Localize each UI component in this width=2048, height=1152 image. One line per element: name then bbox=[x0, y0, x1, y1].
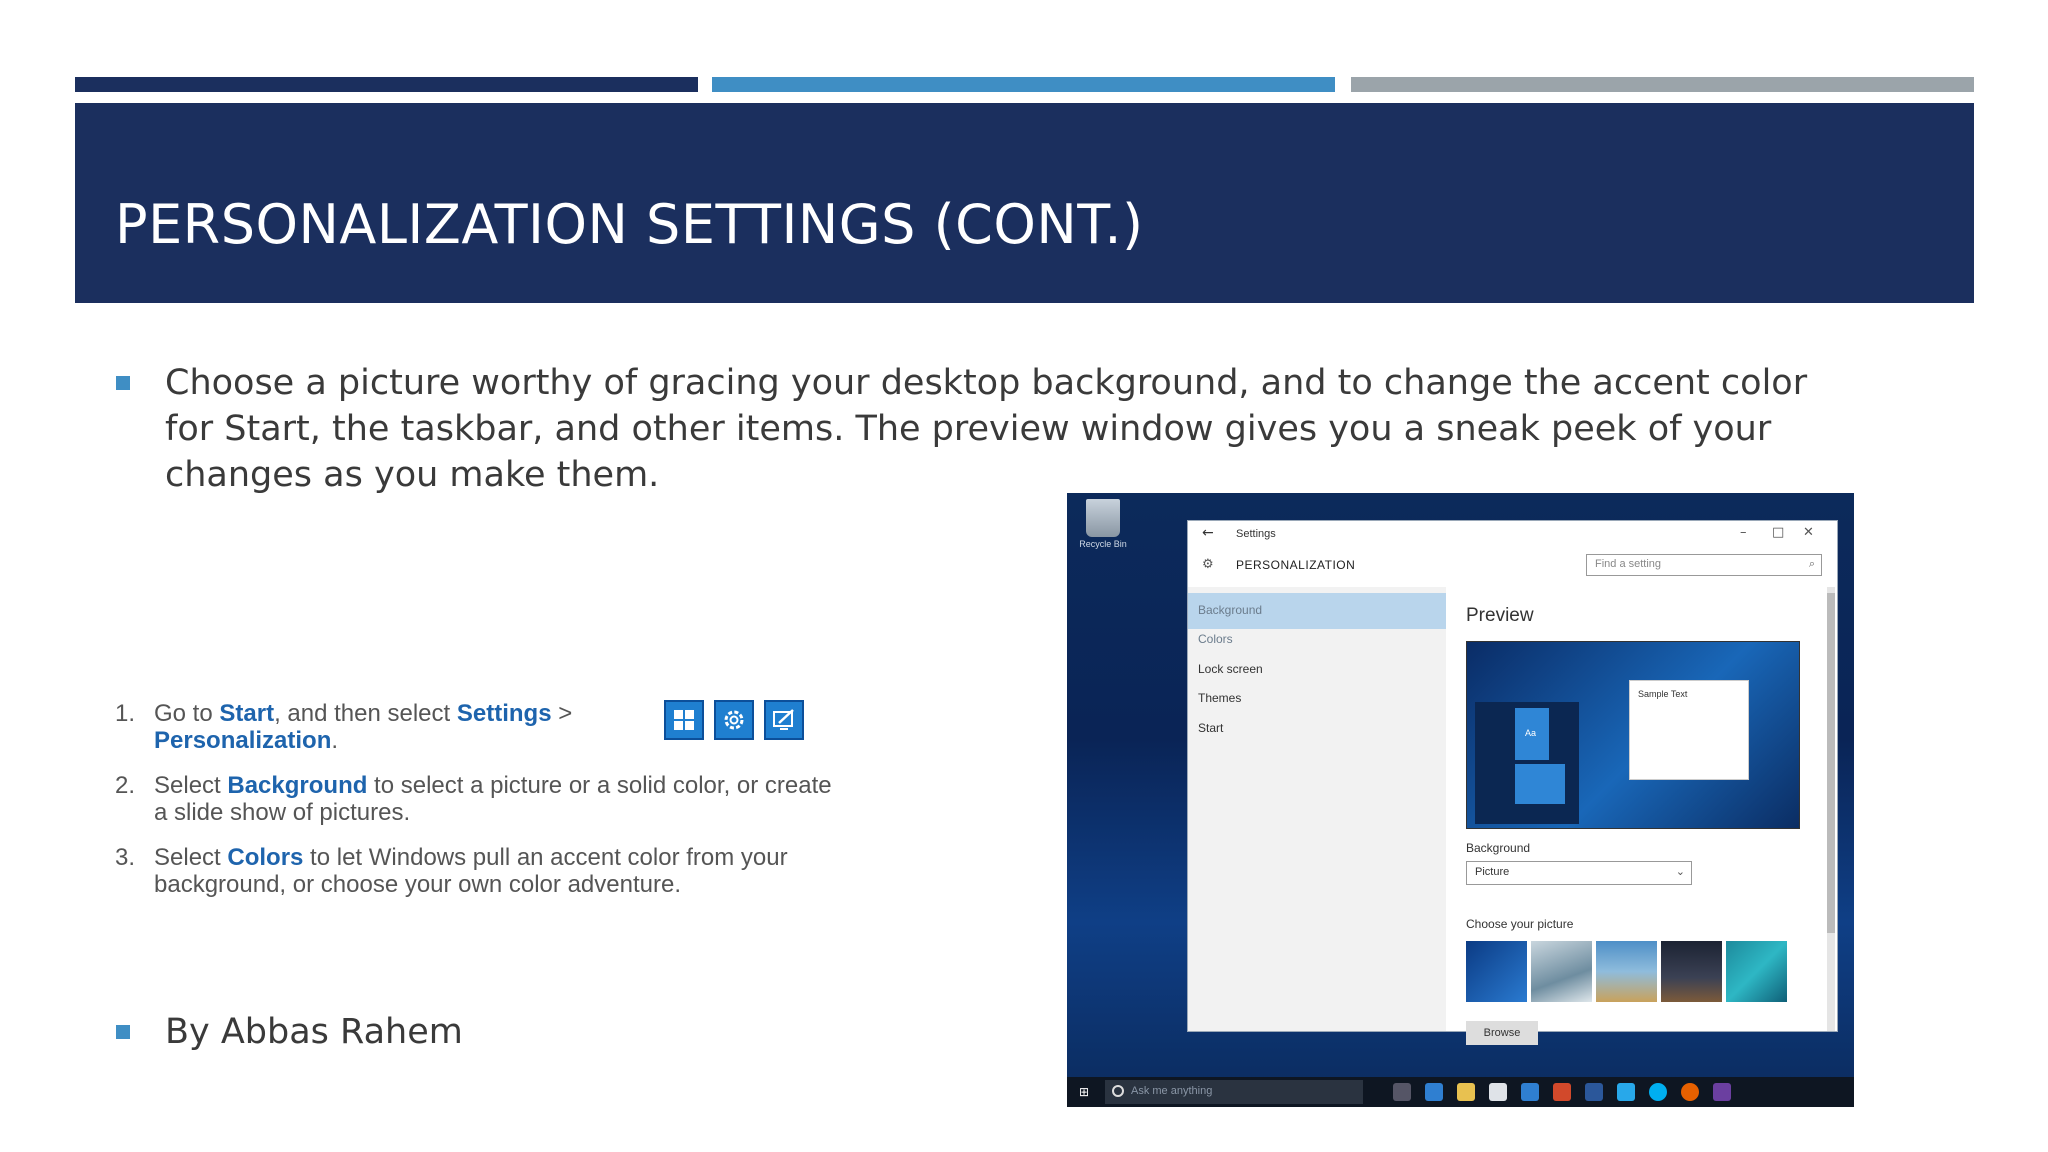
bullet-text-1: Choose a picture worthy of gracing your … bbox=[165, 363, 1808, 495]
preview-tile bbox=[1515, 764, 1565, 804]
step-text: Go to bbox=[154, 700, 220, 727]
start-button-icon[interactable]: ⊞ bbox=[1079, 1085, 1093, 1099]
recycle-bin-icon bbox=[1086, 499, 1120, 537]
powerpoint-icon[interactable] bbox=[1553, 1083, 1571, 1101]
taskbar: ⊞ Ask me anything bbox=[1067, 1077, 1854, 1107]
thumbnail[interactable] bbox=[1466, 941, 1527, 1002]
window-title: Settings bbox=[1236, 528, 1276, 540]
preview-sample-window: Sample Text bbox=[1629, 680, 1749, 780]
nav-colors[interactable]: Colors bbox=[1198, 632, 1233, 646]
title-band: PERSONALIZATION SETTINGS (CONT.) bbox=[75, 103, 1974, 303]
step-text: Select bbox=[154, 844, 228, 871]
cortana-icon bbox=[1112, 1085, 1124, 1097]
step-number: 1. bbox=[115, 700, 136, 727]
recycle-bin-label: Recycle Bin bbox=[1079, 539, 1127, 549]
settings-content: Preview Aa Sample Text Background Pictur… bbox=[1446, 587, 1837, 1045]
step-text: > bbox=[551, 700, 573, 727]
picture-thumbnails bbox=[1466, 941, 1787, 1002]
background-dropdown[interactable]: Picture ⌄ bbox=[1466, 861, 1692, 885]
maximize-icon[interactable]: □ bbox=[1772, 525, 1784, 540]
store-icon[interactable] bbox=[1489, 1083, 1507, 1101]
thumbnail[interactable] bbox=[1661, 941, 1722, 1002]
step-text: , and then select bbox=[274, 700, 457, 727]
keyword-start: Start bbox=[219, 700, 275, 727]
keyword-personalization: Personalization bbox=[154, 727, 332, 754]
sample-text: Sample Text bbox=[1638, 689, 1688, 699]
gear-icon: ⚙ bbox=[1202, 557, 1214, 572]
accent-bar-blue bbox=[712, 77, 1335, 92]
personalize-icon bbox=[764, 700, 804, 740]
bullet-marker bbox=[116, 1025, 130, 1039]
nav-lock-screen[interactable]: Lock screen bbox=[1198, 662, 1263, 676]
browse-button[interactable]: Browse bbox=[1466, 1021, 1538, 1045]
background-value: Picture bbox=[1475, 866, 1510, 878]
step-number: 2. bbox=[115, 772, 136, 799]
keyword-settings: Settings bbox=[456, 700, 552, 727]
outlook-icon[interactable] bbox=[1521, 1083, 1539, 1101]
nav-start[interactable]: Start bbox=[1198, 721, 1223, 735]
thumbnail[interactable] bbox=[1531, 941, 1592, 1002]
file-explorer-icon[interactable] bbox=[1457, 1083, 1475, 1101]
back-arrow-icon[interactable]: ← bbox=[1202, 525, 1214, 541]
task-view-icon[interactable] bbox=[1393, 1083, 1411, 1101]
step-text: Select bbox=[154, 772, 228, 799]
app-icon[interactable] bbox=[1713, 1083, 1731, 1101]
gear-icon bbox=[714, 700, 754, 740]
nav-themes[interactable]: Themes bbox=[1198, 691, 1241, 705]
thumbnail[interactable] bbox=[1596, 941, 1657, 1002]
close-icon[interactable]: ✕ bbox=[1803, 525, 1814, 540]
scrollbar[interactable] bbox=[1827, 593, 1835, 933]
preview-heading: Preview bbox=[1466, 605, 1534, 626]
bullet-text-2: By Abbas Rahem bbox=[165, 1012, 463, 1052]
search-icon: ⌕ bbox=[1808, 558, 1815, 570]
step-3: 3. Select Colors to let Windows pull an … bbox=[112, 844, 842, 898]
thumbnail[interactable] bbox=[1726, 941, 1787, 1002]
preview-tile-label: Aa bbox=[1525, 728, 1537, 738]
chevron-down-icon: ⌄ bbox=[1675, 866, 1685, 878]
skype-business-icon[interactable] bbox=[1617, 1083, 1635, 1101]
accent-bar-navy bbox=[75, 77, 698, 92]
firefox-icon[interactable] bbox=[1681, 1083, 1699, 1101]
find-setting-input[interactable]: Find a setting ⌕ bbox=[1586, 554, 1822, 576]
nav-background[interactable]: Background bbox=[1198, 603, 1262, 617]
keyword-colors: Colors bbox=[227, 844, 304, 871]
skype-icon[interactable] bbox=[1649, 1083, 1667, 1101]
step-icons bbox=[664, 700, 804, 740]
edge-icon[interactable] bbox=[1425, 1083, 1443, 1101]
background-label: Background bbox=[1466, 841, 1531, 855]
minimize-icon[interactable]: – bbox=[1740, 525, 1747, 540]
step-number: 3. bbox=[115, 844, 136, 871]
settings-sidebar: Background Colors Lock screen Themes Sta… bbox=[1188, 587, 1446, 1031]
windows-logo-icon bbox=[664, 700, 704, 740]
window-header: ← Settings – □ ✕ ⚙ PERSONALIZATION Find … bbox=[1188, 521, 1837, 587]
bullet-marker bbox=[116, 376, 130, 390]
taskbar-search-placeholder: Ask me anything bbox=[1131, 1085, 1213, 1097]
accent-bar-gray bbox=[1351, 77, 1974, 92]
find-placeholder: Find a setting bbox=[1595, 558, 1662, 570]
section-title: PERSONALIZATION bbox=[1236, 558, 1356, 572]
taskbar-search[interactable]: Ask me anything bbox=[1105, 1080, 1363, 1104]
slide-title: PERSONALIZATION SETTINGS (CONT.) bbox=[115, 193, 1144, 256]
taskbar-icons bbox=[1393, 1083, 1731, 1101]
word-icon[interactable] bbox=[1585, 1083, 1603, 1101]
step-text: . bbox=[331, 727, 339, 754]
settings-screenshot: Recycle Bin ← Settings – □ ✕ ⚙ PERSONALI… bbox=[1067, 493, 1854, 1107]
preview-image: Aa Sample Text bbox=[1466, 641, 1800, 829]
step-2: 2. Select Background to select a picture… bbox=[112, 772, 842, 826]
keyword-background: Background bbox=[227, 772, 368, 799]
recycle-bin: Recycle Bin bbox=[1073, 499, 1133, 549]
settings-window: ← Settings – □ ✕ ⚙ PERSONALIZATION Find … bbox=[1187, 520, 1838, 1045]
preview-start-menu: Aa bbox=[1475, 702, 1579, 824]
choose-picture-label: Choose your picture bbox=[1466, 917, 1574, 931]
